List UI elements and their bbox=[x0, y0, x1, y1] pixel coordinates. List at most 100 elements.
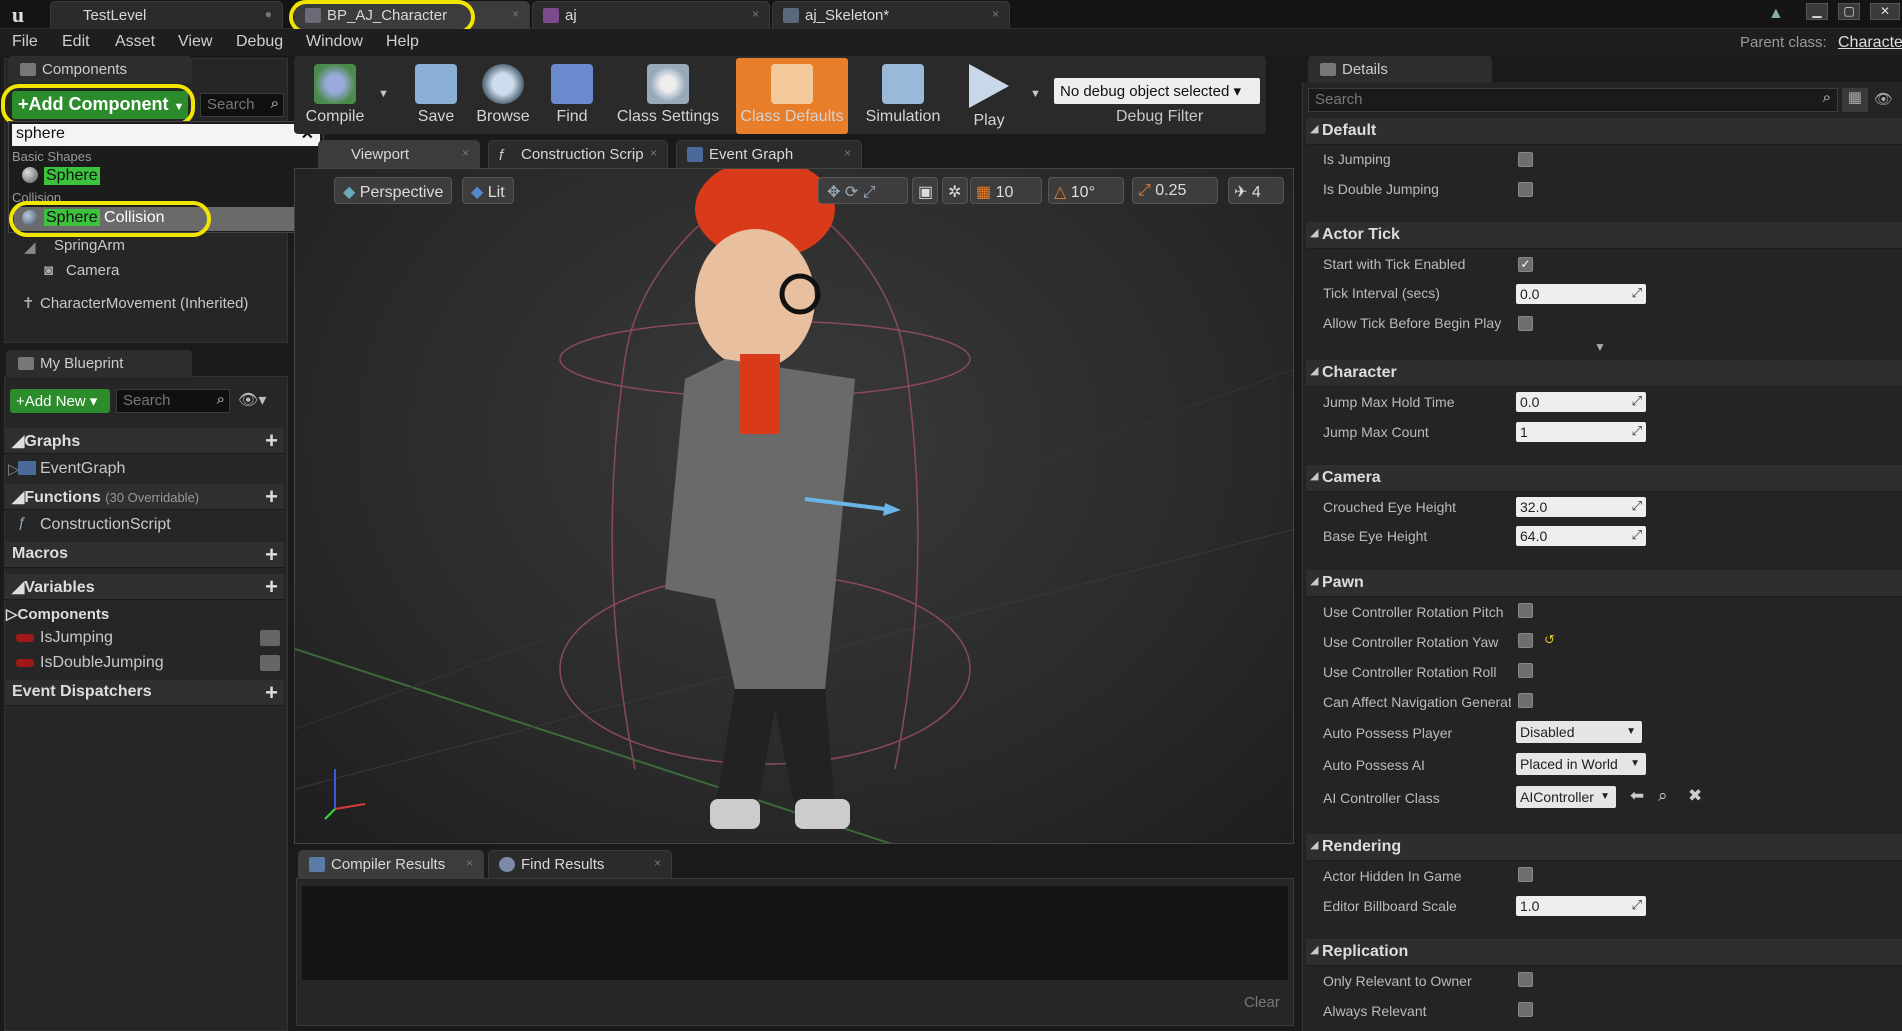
close-icon[interactable]: × bbox=[654, 856, 661, 870]
clear-x-icon[interactable]: ✖ bbox=[1688, 786, 1702, 806]
class-defaults-button[interactable]: Class Defaults bbox=[736, 58, 848, 134]
add-function-icon[interactable]: + bbox=[265, 484, 278, 510]
surface-snap-icon[interactable]: ✲ bbox=[942, 177, 968, 204]
rotation-snap-button[interactable]: △ 10° bbox=[1048, 177, 1124, 204]
dropdown-search-input[interactable]: sphere ✕ bbox=[12, 124, 320, 146]
expand-advanced-icon[interactable]: ▼ bbox=[1594, 340, 1606, 354]
my-blueprint-tab[interactable]: My Blueprint bbox=[6, 350, 192, 377]
chevron-down-icon[interactable]: ▼ bbox=[1030, 88, 1041, 100]
details-search-input[interactable]: Search ⌕ bbox=[1308, 88, 1838, 112]
menu-help[interactable]: Help bbox=[386, 33, 419, 51]
viewport[interactable] bbox=[294, 168, 1294, 844]
add-dispatcher-icon[interactable]: + bbox=[265, 680, 278, 706]
tree-camera[interactable]: Camera bbox=[66, 262, 119, 279]
world-local-icon[interactable]: ▣ bbox=[912, 177, 938, 204]
menu-view[interactable]: View bbox=[178, 33, 212, 51]
checkbox-always-relevant[interactable] bbox=[1518, 1002, 1533, 1017]
visibility-toggle[interactable] bbox=[260, 630, 280, 646]
add-graph-icon[interactable]: + bbox=[265, 428, 278, 454]
menu-debug[interactable]: Debug bbox=[236, 33, 283, 51]
menu-asset[interactable]: Asset bbox=[115, 33, 155, 51]
tab-compiler-results[interactable]: Compiler Results × bbox=[298, 850, 484, 878]
section-camera[interactable]: Camera bbox=[1306, 465, 1902, 492]
components-tab[interactable]: Components bbox=[8, 56, 192, 83]
scale-snap-button[interactable]: ⤢ 0.25 bbox=[1132, 177, 1218, 204]
section-default[interactable]: Default bbox=[1306, 118, 1902, 145]
parent-class-link[interactable]: Characte bbox=[1838, 34, 1902, 52]
close-icon[interactable]: × bbox=[650, 146, 657, 160]
checkbox-ucr-roll[interactable] bbox=[1518, 663, 1533, 678]
close-icon[interactable]: × bbox=[752, 7, 759, 21]
section-replication[interactable]: Replication bbox=[1306, 939, 1902, 966]
class-settings-button[interactable]: Class Settings bbox=[612, 58, 724, 134]
close-icon[interactable]: × bbox=[462, 146, 469, 160]
item-sphere[interactable]: Sphere bbox=[44, 167, 100, 185]
transform-tools[interactable]: ✥ ⟳ ⤢ bbox=[818, 177, 908, 204]
debug-object-select[interactable]: No debug object selected ▾ bbox=[1054, 78, 1260, 104]
select-auto-possess-player[interactable]: Disabled bbox=[1516, 721, 1642, 743]
reset-to-default-icon[interactable]: ↺ bbox=[1544, 632, 1555, 648]
close-icon[interactable]: × bbox=[992, 7, 999, 21]
section-functions[interactable]: ◢Functions (30 Overridable) + bbox=[4, 484, 284, 510]
checkbox-start-tick[interactable]: ✓ bbox=[1518, 257, 1533, 272]
checkbox-can-affect-nav[interactable] bbox=[1518, 693, 1533, 708]
add-component-button[interactable]: +Add Component ▼ bbox=[12, 91, 188, 119]
source-control-icon[interactable]: ▲ bbox=[1768, 5, 1784, 23]
section-actor-tick[interactable]: Actor Tick bbox=[1306, 222, 1902, 249]
property-matrix-icon[interactable]: ▦ bbox=[1842, 88, 1868, 112]
maximize-button[interactable]: ▢ bbox=[1838, 3, 1860, 20]
input-jump-hold[interactable]: 0.0 bbox=[1516, 392, 1646, 412]
event-graph-item[interactable]: EventGraph bbox=[40, 460, 125, 478]
checkbox-ucr-yaw[interactable] bbox=[1518, 633, 1533, 648]
input-base-eye[interactable]: 64.0 bbox=[1516, 526, 1646, 546]
minimize-button[interactable]: ▁ bbox=[1806, 3, 1828, 20]
input-jump-count[interactable]: 1 bbox=[1516, 422, 1646, 442]
add-variable-icon[interactable]: + bbox=[265, 574, 278, 600]
menu-file[interactable]: File bbox=[12, 33, 38, 51]
close-icon[interactable]: × bbox=[466, 856, 473, 870]
blueprint-search-input[interactable]: Search ⌕ bbox=[116, 389, 230, 413]
close-icon[interactable]: ● bbox=[265, 7, 272, 21]
tab-testlevel[interactable]: TestLevel ● bbox=[50, 1, 283, 29]
tab-construction-script[interactable]: f Construction Scrip × bbox=[488, 140, 668, 168]
compile-button[interactable]: Compile bbox=[300, 58, 370, 134]
close-icon[interactable]: × bbox=[844, 146, 851, 160]
tree-springarm[interactable]: SpringArm bbox=[54, 237, 125, 254]
simulation-button[interactable]: Simulation bbox=[858, 58, 948, 134]
section-event-dispatchers[interactable]: Event Dispatchers + bbox=[4, 680, 284, 706]
chevron-down-icon[interactable]: ▼ bbox=[378, 88, 389, 100]
tab-viewport[interactable]: Viewport × bbox=[318, 140, 480, 168]
play-button[interactable]: Play bbox=[956, 58, 1022, 134]
section-graphs[interactable]: ◢Graphs + bbox=[4, 428, 284, 454]
select-ai-controller-class[interactable]: AIController bbox=[1516, 786, 1616, 808]
tab-event-graph[interactable]: Event Graph × bbox=[676, 140, 862, 168]
tab-find-results[interactable]: Find Results × bbox=[488, 850, 672, 878]
tab-bp-aj-character[interactable]: BP_AJ_Character × bbox=[294, 1, 530, 29]
checkbox-only-relevant[interactable] bbox=[1518, 972, 1533, 987]
close-icon[interactable]: × bbox=[512, 7, 519, 21]
menu-window[interactable]: Window bbox=[306, 33, 363, 51]
browse-button[interactable]: Browse bbox=[470, 58, 536, 134]
checkbox-allow-tick[interactable] bbox=[1518, 316, 1533, 331]
input-crouched-eye[interactable]: 32.0 bbox=[1516, 497, 1646, 517]
eye-icon[interactable]: 👁 bbox=[1874, 90, 1893, 108]
grid-snap-button[interactable]: ▦ 10 bbox=[970, 177, 1042, 204]
perspective-button[interactable]: ◆ Perspective bbox=[334, 177, 453, 204]
camera-speed-button[interactable]: ✈ 4 bbox=[1228, 177, 1284, 204]
lit-button[interactable]: ◆ Lit bbox=[462, 177, 514, 204]
var-isdoublejumping[interactable]: IsDoubleJumping bbox=[40, 654, 164, 672]
unreal-logo-icon[interactable]: u bbox=[4, 2, 32, 28]
construction-script-item[interactable]: ConstructionScript bbox=[40, 516, 171, 534]
view-options-eye-icon[interactable]: 👁▾ bbox=[238, 390, 266, 410]
select-auto-possess-ai[interactable]: Placed in World bbox=[1516, 753, 1646, 775]
checkbox-is-jumping[interactable] bbox=[1518, 152, 1533, 167]
checkbox-actor-hidden[interactable] bbox=[1518, 867, 1533, 882]
tab-aj-skeleton[interactable]: aj_Skeleton* × bbox=[772, 1, 1010, 29]
close-window-button[interactable]: ✕ bbox=[1870, 3, 1900, 20]
input-billboard-scale[interactable]: 1.0 bbox=[1516, 896, 1646, 916]
browse-search-icon[interactable]: ⌕ bbox=[1658, 786, 1668, 806]
menu-edit[interactable]: Edit bbox=[62, 33, 90, 51]
visibility-toggle[interactable] bbox=[260, 655, 280, 671]
clear-button[interactable]: Clear bbox=[1244, 994, 1280, 1011]
section-character[interactable]: Character bbox=[1306, 360, 1902, 387]
